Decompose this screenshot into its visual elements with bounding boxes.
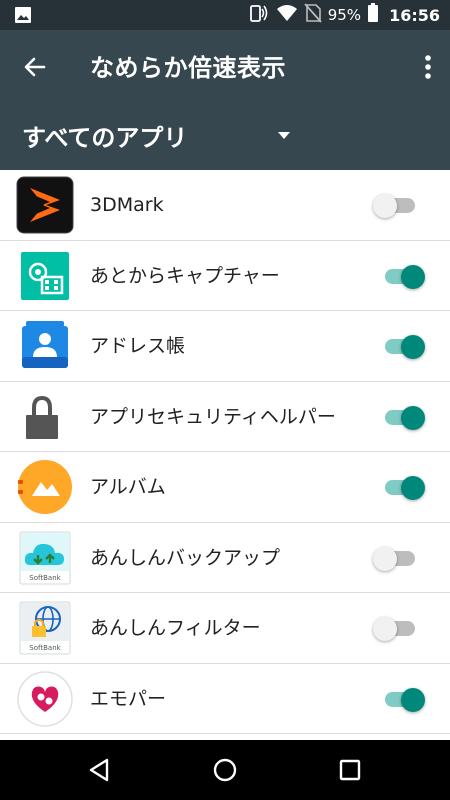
navigation-bar: [0, 740, 450, 800]
app-name: あんしんフィルター: [90, 617, 261, 639]
list-item[interactable]: SoftBank あんしんバックアップ: [0, 523, 450, 593]
app-name: エモパー: [90, 687, 167, 710]
page-title: なめらか倍速表示: [90, 54, 286, 82]
filter-label: すべてのアプリ: [22, 124, 188, 152]
toggle-switch[interactable]: [373, 476, 427, 500]
app-name: 3DMark: [90, 194, 164, 216]
image-notification-icon: [14, 6, 32, 28]
wifi-icon: [276, 4, 298, 26]
list-item[interactable]: 3DMark: [0, 170, 450, 241]
backup-app-icon: SoftBank: [16, 529, 74, 587]
app-name: アプリセキュリティヘルパー: [90, 405, 336, 428]
capture-app-icon: [16, 247, 74, 305]
contacts-app-icon: [16, 317, 74, 375]
toggle-switch[interactable]: [373, 264, 427, 289]
filter-app-icon: SoftBank: [16, 599, 74, 657]
list-item[interactable]: エモパー: [0, 664, 450, 734]
status-bar: 95% 16:56: [0, 0, 450, 30]
clock-time: 16:56: [389, 5, 440, 25]
softbank-badge: SoftBank: [29, 574, 61, 582]
recents-square-icon[interactable]: [335, 755, 365, 785]
3dmark-app-icon: [16, 176, 74, 234]
album-app-icon: [16, 458, 74, 516]
list-item[interactable]: アドレス帳: [0, 311, 450, 382]
softbank-badge: SoftBank: [29, 644, 61, 652]
toggle-switch[interactable]: [373, 687, 427, 712]
app-filter-dropdown[interactable]: すべてのアプリ: [0, 102, 450, 170]
list-item[interactable]: あとからキャプチャー: [0, 241, 450, 311]
app-bar: なめらか倍速表示: [0, 30, 450, 102]
arrow-back-icon[interactable]: [20, 52, 50, 82]
more-vert-icon[interactable]: [420, 52, 436, 82]
toggle-switch[interactable]: [373, 194, 427, 218]
app-name: アドレス帳: [90, 335, 186, 357]
app-name: アルバム: [90, 476, 166, 498]
toggle-switch[interactable]: [373, 617, 427, 641]
battery-percent: 95%: [327, 6, 362, 24]
app-name: あんしんバックアップ: [90, 546, 281, 569]
lock-icon: [16, 388, 74, 446]
dropdown-arrow-icon: [278, 132, 290, 139]
toggle-switch[interactable]: [373, 405, 427, 430]
no-sim-icon: [304, 3, 322, 27]
toggle-switch[interactable]: [373, 335, 427, 359]
emopa-app-icon: [16, 670, 74, 728]
app-name: あとからキャプチャー: [90, 264, 280, 287]
list-item[interactable]: アプリセキュリティヘルパー: [0, 382, 450, 452]
home-circle-icon[interactable]: [210, 755, 240, 785]
app-list: 3DMark あとからキャプチャー アドレス帳 アプリセキュリティヘルパー アル…: [0, 170, 450, 734]
list-item[interactable]: アルバム: [0, 452, 450, 523]
toggle-switch[interactable]: [373, 546, 427, 571]
back-triangle-icon[interactable]: [85, 755, 115, 785]
nfc-icon: [248, 3, 270, 27]
list-item[interactable]: SoftBank あんしんフィルター: [0, 593, 450, 664]
battery-icon: [367, 3, 379, 27]
